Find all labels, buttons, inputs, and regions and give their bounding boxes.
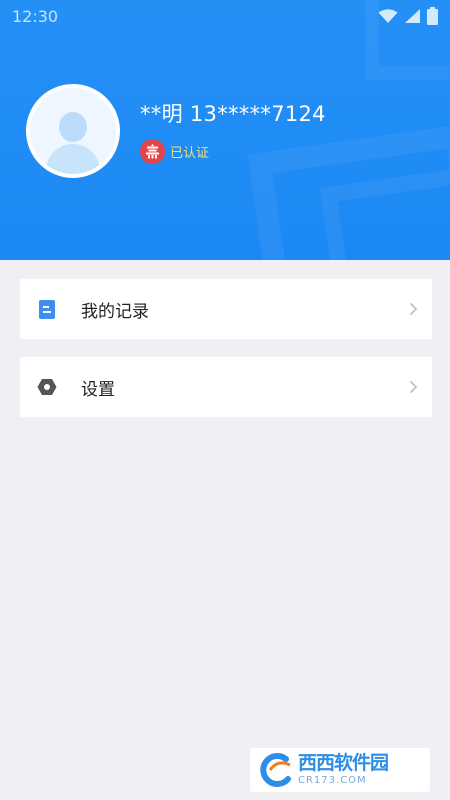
user-name-phone: **明 13*****7124 [140, 102, 326, 126]
status-icons [378, 7, 438, 25]
verification-status: 已认证 [140, 138, 209, 164]
signal-icon [404, 8, 421, 24]
emblem-icon [140, 138, 165, 164]
wifi-icon [378, 8, 398, 24]
site-watermark: 西西软件园 CR173.COM [250, 748, 430, 792]
menu-item-settings[interactable]: 设置 [20, 357, 432, 417]
watermark-logo-icon [260, 752, 291, 787]
status-time: 12:30 [12, 6, 59, 26]
chevron-right-icon [409, 380, 418, 394]
avatar-placeholder-icon [30, 88, 116, 174]
menu-item-label: 我的记录 [81, 301, 149, 322]
chevron-right-icon [409, 302, 418, 316]
avatar[interactable] [26, 84, 120, 178]
watermark-brand: 西西软件园 [298, 752, 389, 774]
status-bar: 12:30 [0, 0, 450, 32]
document-icon [37, 299, 57, 319]
hexagon-settings-icon [37, 377, 57, 397]
watermark-url: CR173.COM [298, 775, 367, 786]
menu-item-my-records[interactable]: 我的记录 [20, 279, 432, 339]
verified-label: 已认证 [170, 145, 210, 161]
battery-icon [427, 7, 438, 25]
profile-header: 12:30 **明 13*****7124 已认证 [0, 0, 450, 260]
menu-item-label: 设置 [81, 379, 115, 400]
